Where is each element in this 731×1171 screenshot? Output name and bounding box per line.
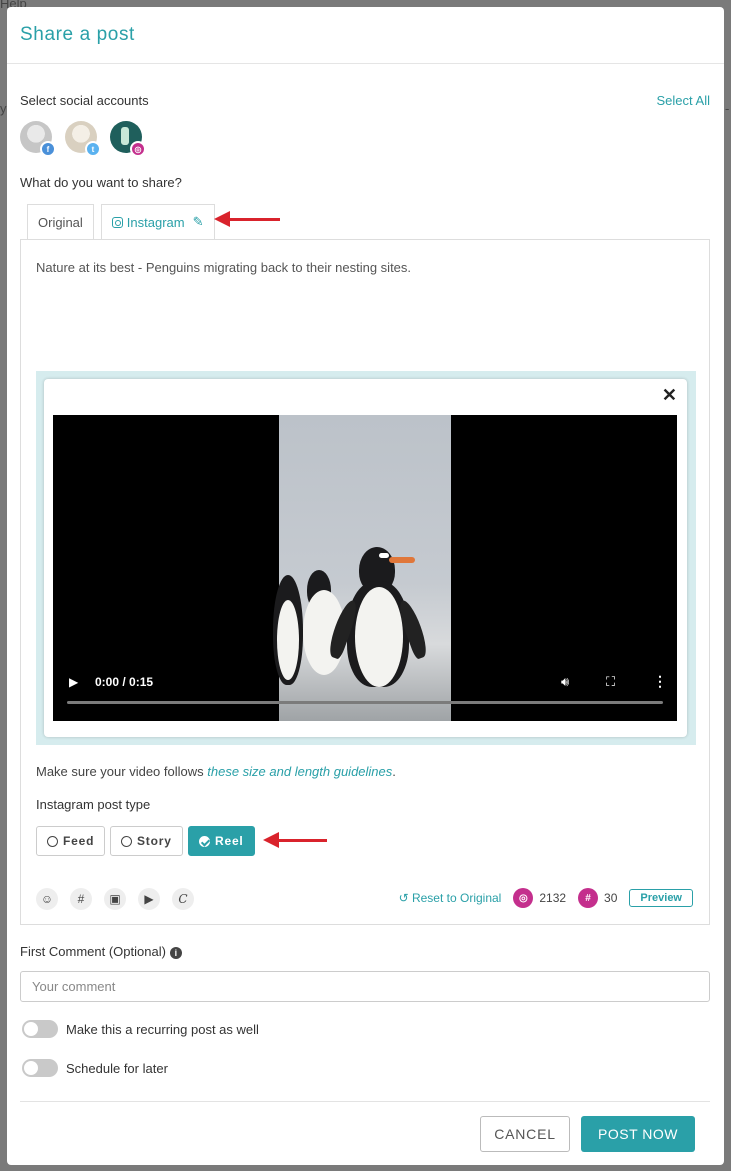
avatar-image xyxy=(121,127,129,145)
schedule-toggle[interactable] xyxy=(22,1059,58,1077)
video-progress-bar[interactable] xyxy=(67,701,663,704)
background-edge-text-right: - xyxy=(725,101,730,116)
canva-icon[interactable]: C xyxy=(172,888,194,910)
avatar-instagram-account[interactable]: ◎ xyxy=(110,121,146,157)
video-icon[interactable]: ▶ xyxy=(138,888,160,910)
modal-header: Share a post xyxy=(7,7,724,64)
remove-video-icon[interactable]: ✕ xyxy=(662,385,677,406)
reset-icon: ↺ xyxy=(398,891,409,905)
cancel-button[interactable]: CANCEL xyxy=(480,1116,570,1152)
first-comment-input[interactable] xyxy=(20,971,710,1002)
first-comment-label-text: First Comment (Optional) xyxy=(20,944,166,959)
modal-title: Share a post xyxy=(20,24,135,45)
post-type-feed-label: Feed xyxy=(63,834,95,848)
video-guidelines: Make sure your video follows these size … xyxy=(36,764,396,779)
recurring-post-row: Make this a recurring post as well xyxy=(22,1020,259,1038)
post-type-feed[interactable]: Feed xyxy=(36,826,106,856)
radio-icon xyxy=(121,835,132,847)
share-post-modal: Share a post Select social accounts Sele… xyxy=(7,7,724,1165)
guidelines-suffix: . xyxy=(392,764,396,779)
editor-toolbar: ☺ # ▣ ▶ C xyxy=(36,888,194,910)
info-icon[interactable]: i xyxy=(169,947,182,959)
post-type-story[interactable]: Story xyxy=(110,826,183,856)
twitter-icon: t xyxy=(85,141,101,157)
reset-label: Reset to Original xyxy=(411,891,502,905)
share-tabs: Original Instagram ✎ xyxy=(27,204,215,239)
pencil-icon[interactable]: ✎ xyxy=(193,214,204,230)
facebook-icon: f xyxy=(40,141,56,157)
schedule-row: Schedule for later xyxy=(22,1059,168,1077)
annotation-arrow-tab xyxy=(214,211,280,227)
video-time: 0:00 / 0:15 xyxy=(95,675,154,689)
reset-to-original-link[interactable]: ↺ Reset to Original xyxy=(399,891,502,905)
select-all-link[interactable]: Select All xyxy=(657,93,710,108)
hashtag-count-icon: # xyxy=(578,888,599,908)
post-type-story-label: Story xyxy=(137,834,172,848)
first-comment-label: First Comment (Optional) i xyxy=(20,944,182,959)
more-options-icon[interactable]: ⋮ xyxy=(653,673,667,690)
volume-icon[interactable]: 🔊︎ xyxy=(561,674,569,690)
editor-meta: ↺ Reset to Original ◎ 2132 # 30 Preview xyxy=(399,888,693,908)
instagram-count-icon: ◎ xyxy=(513,888,534,908)
instagram-editor: Nature at its best - Penguins migrating … xyxy=(20,239,710,925)
background-edge-text: y xyxy=(0,101,7,116)
avatar-facebook-account[interactable]: f xyxy=(20,121,56,157)
post-type-reel-label: Reel xyxy=(215,834,244,848)
account-avatars: f t ◎ xyxy=(20,121,146,157)
instagram-icon xyxy=(111,216,123,228)
tab-instagram-label: Instagram xyxy=(126,214,185,230)
radio-icon xyxy=(47,835,58,847)
post-type-label: Instagram post type xyxy=(36,797,151,812)
video-controls: ▶ 0:00 / 0:15 🔊︎ ⛶ ⋮ xyxy=(53,665,677,721)
check-icon xyxy=(199,835,210,847)
fullscreen-icon[interactable]: ⛶ xyxy=(606,674,615,690)
schedule-label: Schedule for later xyxy=(66,1060,168,1076)
image-icon[interactable]: ▣ xyxy=(104,888,126,910)
tab-original-label: Original xyxy=(38,214,83,230)
emoji-icon[interactable]: ☺ xyxy=(36,888,58,910)
hashtag-icon[interactable]: # xyxy=(70,888,92,910)
video-attachment: ✕ ▶ 0:00 / 0:15 🔊︎ ⛶ ⋮ xyxy=(36,371,696,745)
video-player[interactable]: ▶ 0:00 / 0:15 🔊︎ ⛶ ⋮ xyxy=(53,415,677,721)
preview-button[interactable]: Preview xyxy=(629,889,693,907)
play-icon[interactable]: ▶ xyxy=(69,675,78,689)
annotation-arrow-reel xyxy=(263,832,327,848)
post-text[interactable]: Nature at its best - Penguins migrating … xyxy=(36,260,411,275)
hashtag-count: 30 xyxy=(604,891,618,905)
tab-instagram[interactable]: Instagram ✎ xyxy=(100,204,215,239)
select-accounts-label: Select social accounts xyxy=(20,93,149,108)
tab-original[interactable]: Original xyxy=(27,204,94,239)
post-type-reel[interactable]: Reel xyxy=(188,826,255,856)
footer-divider xyxy=(20,1101,710,1102)
avatar-twitter-account[interactable]: t xyxy=(65,121,101,157)
guidelines-prefix: Make sure your video follows xyxy=(36,764,208,779)
guidelines-link[interactable]: these size and length guidelines xyxy=(207,764,392,779)
character-count: 2132 xyxy=(539,891,567,905)
post-now-button[interactable]: POST NOW xyxy=(581,1116,695,1152)
recurring-label: Make this a recurring post as well xyxy=(66,1021,259,1037)
video-card: ✕ ▶ 0:00 / 0:15 🔊︎ ⛶ ⋮ xyxy=(44,379,687,737)
instagram-icon: ◎ xyxy=(130,141,146,157)
recurring-toggle[interactable] xyxy=(22,1020,58,1038)
share-question-label: What do you want to share? xyxy=(20,175,182,190)
